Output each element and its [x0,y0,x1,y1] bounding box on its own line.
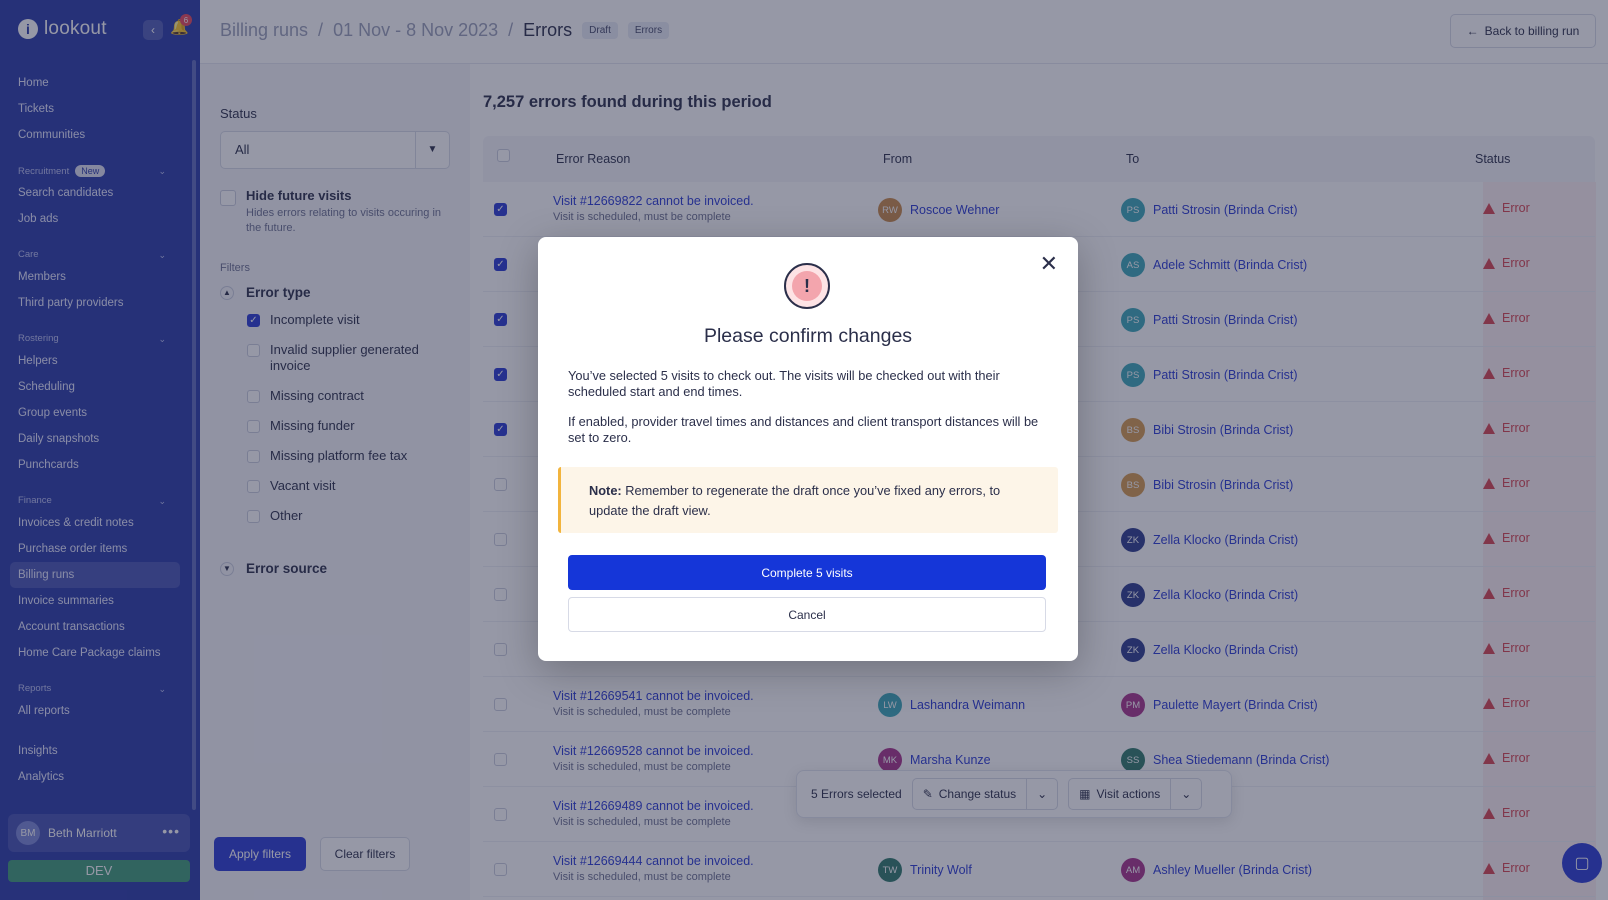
note-text: Remember to regenerate the draft once yo… [589,483,1001,518]
close-icon[interactable]: ✕ [1040,253,1058,275]
dialog-title: Please confirm changes [703,325,913,347]
cancel-button[interactable]: Cancel [568,597,1046,632]
note-label: Note: [589,483,622,498]
regenerate-note: Note: Remember to regenerate the draft o… [558,467,1058,533]
dialog-message-visits: You’ve selected 5 visits to check out. T… [568,368,1000,399]
alert-icon: ! [784,263,830,309]
complete-visits-button[interactable]: Complete 5 visits [568,555,1046,590]
dialog-message-travel: If enabled, provider travel times and di… [568,414,1039,445]
confirm-changes-dialog: ✕ ! Please confirm changes You’ve select… [538,237,1078,661]
